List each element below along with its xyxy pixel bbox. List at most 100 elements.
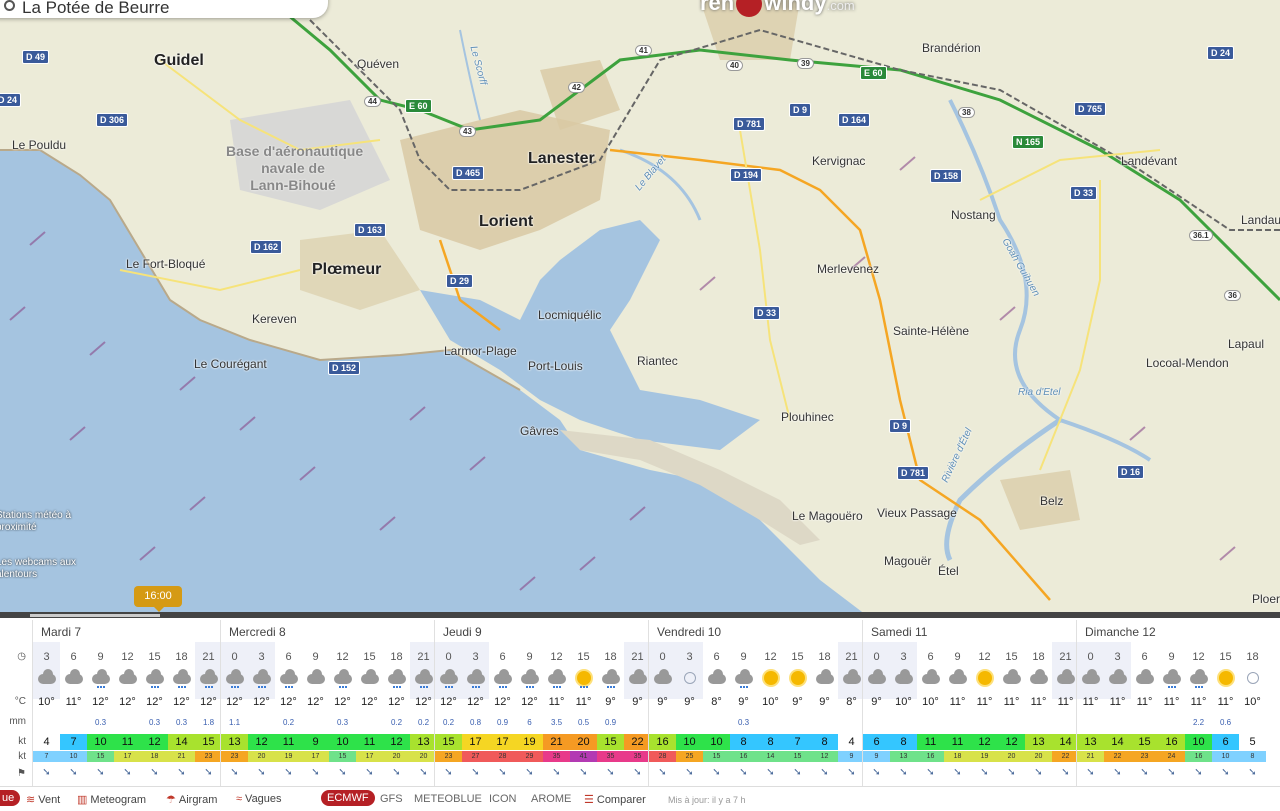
compare-button[interactable]: ☰ Comparer <box>584 793 646 806</box>
rain-icon <box>339 683 347 688</box>
cloud-icon <box>1108 669 1127 684</box>
gust-speed: 15 <box>703 751 730 762</box>
weather-icon <box>1052 668 1079 688</box>
wind-speed: 16 <box>1158 734 1185 750</box>
model-gfs[interactable]: GFS <box>380 793 403 805</box>
weather-icon <box>356 668 383 688</box>
temperature-value: 12° <box>334 696 351 708</box>
nearby-webcams-link[interactable]: Les webcams aux alentours <box>0 557 76 581</box>
gust-speed: 41 <box>570 751 597 762</box>
wind-speed: 4 <box>33 734 60 750</box>
weather-icon <box>890 668 917 688</box>
forecast-day: Vendredi 10 0 9° 16 28 ➘ 3 9° 10 25 ➘ 6 8° 10 15 ➘ 9 9° 0.… <box>648 620 865 786</box>
rain-icon <box>472 683 480 688</box>
rain-value: 0.2 <box>390 718 403 727</box>
search-input[interactable]: La Potée de Beurre <box>0 0 328 18</box>
forecast-table[interactable]: ◷ °C mm kt kt ⚑ Mardi 7 3 10° 4 7 ➘ 6 11° 7 10 ➘ 9 1… <box>0 620 1280 786</box>
model-icon[interactable]: ICON <box>489 793 517 805</box>
temperature-value: 11° <box>1003 696 1020 708</box>
map[interactable]: Guidel Lanester Lorient Plœmeur Quéven B… <box>0 0 1280 618</box>
temperature-value: 11° <box>1030 696 1047 708</box>
temperature-value: 11° <box>1082 696 1099 708</box>
road-label: E 60 <box>860 66 887 80</box>
wind-direction-arrow: ➘ <box>1086 767 1095 778</box>
weather-icon <box>141 668 168 688</box>
junction-label: 36.1 <box>1189 230 1213 241</box>
sun-icon <box>977 671 992 685</box>
time-handle[interactable]: 16:00 <box>134 586 182 612</box>
wind-direction-arrow: ➘ <box>1034 767 1043 778</box>
rain-value: 2.2 <box>1192 718 1205 727</box>
weather-icon <box>489 668 516 688</box>
gust-speed: 23 <box>435 751 462 762</box>
gust-speed: 35 <box>624 751 651 762</box>
model-ecmwf[interactable]: ECMWF <box>321 790 375 806</box>
wind-direction-arrow: ➘ <box>872 767 881 778</box>
junction-label: 43 <box>459 126 476 137</box>
weather-icon <box>1212 668 1239 688</box>
temperature-value: 12° <box>494 696 511 708</box>
temperature-value: 10° <box>762 696 779 708</box>
tab-wind[interactable]: ≋ Vent <box>26 793 60 806</box>
temperature-value: 11° <box>949 696 966 708</box>
tab-waves[interactable]: ≈ Vagues <box>236 793 282 805</box>
weather-icon <box>168 668 195 688</box>
weather-icon <box>462 668 489 688</box>
gust-speed: 22 <box>1104 751 1131 762</box>
day-name: Mardi 7 <box>41 625 82 639</box>
flag-icon: ⚑ <box>17 768 26 779</box>
wind-speed: 6 <box>1212 734 1239 750</box>
wind-speed: 12 <box>248 734 275 750</box>
model-meteoblue[interactable]: METEOBLUE <box>414 793 482 805</box>
temperature-value: 12° <box>200 696 217 708</box>
rain-value: 0.6 <box>1219 718 1232 727</box>
model-arome[interactable]: AROME <box>531 793 571 805</box>
junction-label: 38 <box>958 107 975 118</box>
map-label-town: Gâvres <box>520 424 559 438</box>
road-label: D 465 <box>452 166 485 180</box>
map-label-city: Guidel <box>154 52 204 69</box>
tab-meteogram[interactable]: ▥ Meteogram <box>77 793 146 806</box>
gust-speed: 10 <box>1212 751 1239 762</box>
temperature-value: 10° <box>38 696 55 708</box>
rain-value: 0.9 <box>604 718 617 727</box>
tab-airgram[interactable]: ☂ Airgram <box>166 793 217 806</box>
cloud-icon <box>64 669 83 684</box>
road-label: D 24 <box>1207 46 1235 60</box>
search-value: La Potée de Beurre <box>22 0 170 17</box>
nearby-stations-link[interactable]: Stations météo à proximité <box>0 510 71 534</box>
wind-speed: 10 <box>87 734 114 750</box>
airgram-icon: ☂ <box>166 794 176 806</box>
hour-label: 6 <box>70 651 77 663</box>
temperature-value: 11° <box>1190 696 1207 708</box>
wind-direction-arrow: ➘ <box>552 767 561 778</box>
weather-icon <box>1025 668 1052 688</box>
wind-direction-arrow: ➘ <box>953 767 962 778</box>
tab-label: Airgram <box>178 794 218 806</box>
rain-icon <box>1195 683 1203 688</box>
gust-speed: 8 <box>1239 751 1266 762</box>
wind-speed: 10 <box>676 734 703 750</box>
rain-value: 0.3 <box>175 718 188 727</box>
wind-direction-arrow: ➘ <box>820 767 829 778</box>
hour-label: 6 <box>285 651 292 663</box>
tab-active[interactable]: ue <box>0 790 21 806</box>
gust-speed: 23 <box>1131 751 1158 762</box>
hour-label: 18 <box>390 651 403 663</box>
weather-icon <box>1104 668 1131 688</box>
gust-speed: 27 <box>462 751 489 762</box>
rain-value: 3.5 <box>550 718 563 727</box>
weather-icon <box>784 668 811 688</box>
cloud-icon <box>628 669 647 684</box>
tab-label: Vagues <box>245 793 282 805</box>
wind-direction-arrow: ➘ <box>525 767 534 778</box>
wind-speed: 14 <box>168 734 195 750</box>
cloud-icon <box>894 669 913 684</box>
timeline-slider[interactable] <box>0 612 1280 618</box>
wind-direction-arrow: ➘ <box>419 767 428 778</box>
cloud-icon <box>707 669 726 684</box>
gust-speed: 28 <box>489 751 516 762</box>
rain-value: 1.1 <box>228 718 241 727</box>
temperature-value: 11° <box>1163 696 1180 708</box>
wind-direction-arrow: ➘ <box>150 767 159 778</box>
